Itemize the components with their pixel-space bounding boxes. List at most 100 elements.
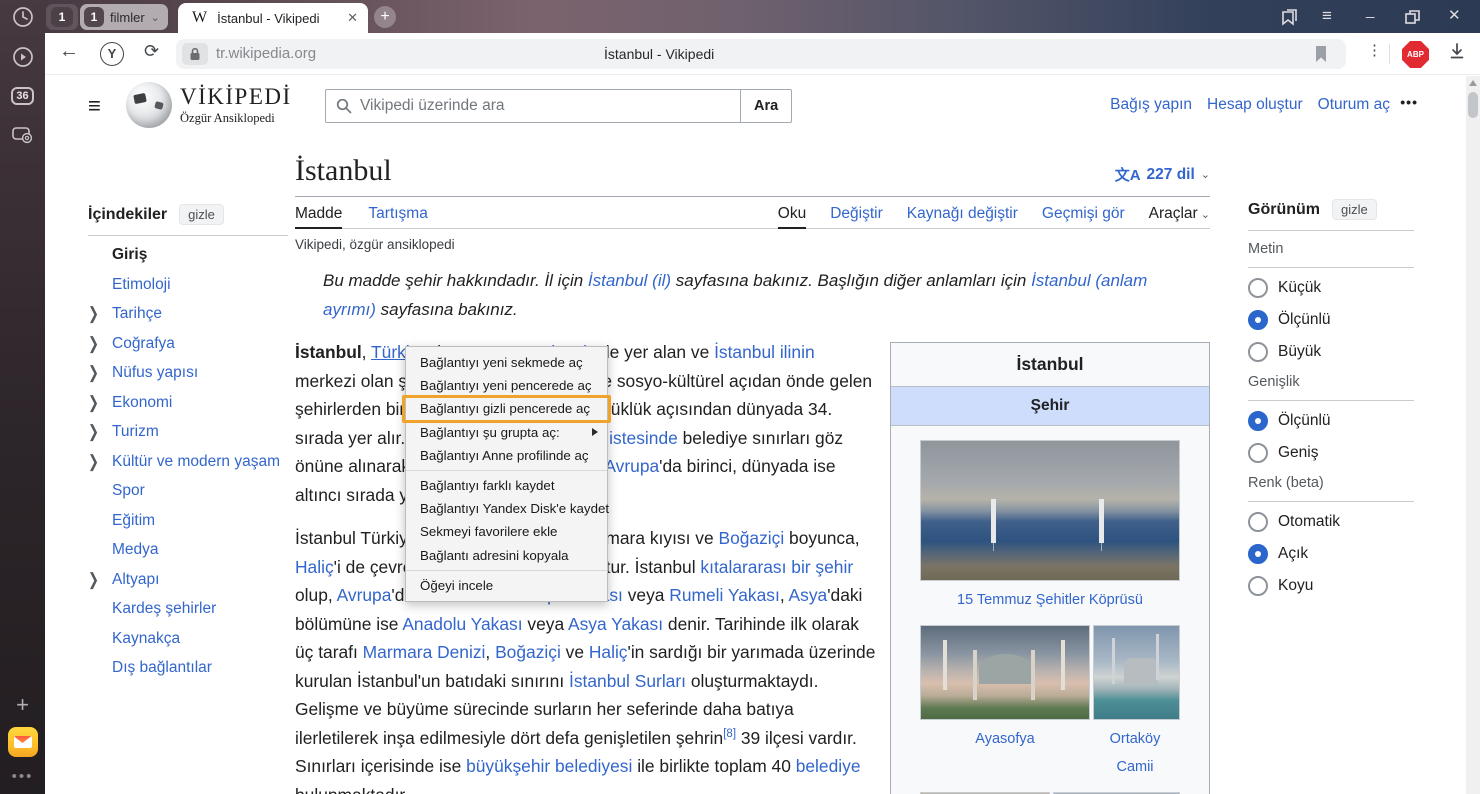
toc-expand-icon[interactable]: ❯ bbox=[88, 422, 112, 443]
article-link[interactable]: Haliç bbox=[589, 642, 628, 662]
wikipedia-logo[interactable] bbox=[126, 82, 172, 128]
toc-item[interactable]: Kaynakça bbox=[88, 630, 288, 648]
address-bar[interactable]: tr.wikipedia.org İstanbul - Vikipedi bbox=[176, 39, 1346, 69]
article-link[interactable]: büyükşehir belediyesi bbox=[466, 756, 632, 776]
context-menu-item[interactable]: Öğeyi incele bbox=[406, 574, 607, 597]
photo-caption[interactable]: Ortaköy Camii bbox=[1090, 725, 1180, 782]
radio-button[interactable] bbox=[1248, 411, 1268, 431]
browser-menu-icon[interactable]: ≡ bbox=[1322, 6, 1332, 26]
article-link[interactable]: belediye bbox=[796, 756, 861, 776]
photo-caption[interactable]: 15 Temmuz Şehitler Köprüsü bbox=[920, 586, 1180, 615]
radio-button[interactable] bbox=[1248, 512, 1268, 532]
toc-item[interactable]: ❯Nüfus yapısı bbox=[88, 364, 288, 382]
article-link[interactable]: kıtalararası bir şehir bbox=[700, 557, 853, 577]
toc-expand-icon[interactable]: ❯ bbox=[88, 392, 112, 413]
toc-item[interactable]: Medya bbox=[88, 541, 288, 559]
toc-item[interactable]: Spor bbox=[88, 482, 288, 500]
restore-window-icon[interactable] bbox=[1404, 9, 1422, 25]
radio-button[interactable] bbox=[1248, 342, 1268, 362]
history-clock-icon[interactable] bbox=[0, 6, 45, 28]
toc-item[interactable]: ❯Tarihçe bbox=[88, 305, 288, 323]
tab-madde[interactable]: Madde bbox=[295, 197, 342, 229]
sidebar-more-icon[interactable]: ••• bbox=[0, 768, 45, 785]
view-tab[interactable]: Kaynağı değiştir bbox=[907, 197, 1018, 229]
toc-expand-icon[interactable]: ❯ bbox=[88, 333, 112, 354]
search-submit-button[interactable]: Ara bbox=[740, 89, 792, 123]
article-link[interactable]: Boğaziçi bbox=[718, 528, 784, 548]
tabs-count-badge[interactable]: 36 bbox=[0, 86, 45, 105]
reference-link[interactable]: [8] bbox=[723, 728, 736, 740]
toc-item[interactable]: ❯Ekonomi bbox=[88, 394, 288, 412]
wiki-search-box[interactable] bbox=[325, 89, 741, 123]
back-button[interactable]: ← bbox=[59, 40, 79, 63]
toc-item[interactable]: ❯Kültür ve modern yaşam bbox=[88, 453, 288, 471]
downloads-icon[interactable] bbox=[1448, 42, 1466, 60]
minimize-icon[interactable]: _ bbox=[1366, 2, 1374, 19]
radio-button[interactable] bbox=[1248, 544, 1268, 564]
appearance-option[interactable]: Koyu bbox=[1248, 576, 1414, 596]
context-menu-item[interactable]: Bağlantıyı Anne profilinde aç bbox=[406, 444, 607, 467]
wiki-menu-icon[interactable]: ≡ bbox=[88, 93, 101, 119]
article-link[interactable]: Marmara Denizi bbox=[363, 642, 486, 662]
toc-expand-icon[interactable]: ❯ bbox=[88, 363, 112, 384]
view-tab[interactable]: Değiştir bbox=[830, 197, 883, 229]
appearance-option[interactable]: Ölçünlü bbox=[1248, 310, 1414, 330]
radio-button[interactable] bbox=[1248, 310, 1268, 330]
context-menu-item[interactable]: Bağlantıyı farklı kaydet bbox=[406, 474, 607, 497]
context-menu-item[interactable]: Sekmeyi favorilere ekle bbox=[406, 520, 607, 543]
sidebar-add-icon[interactable]: + bbox=[0, 692, 45, 718]
close-tab-icon[interactable]: ✕ bbox=[347, 10, 358, 26]
header-link[interactable]: Hesap oluştur bbox=[1207, 96, 1303, 114]
yandex-mail-icon[interactable] bbox=[0, 727, 45, 757]
article-link[interactable]: İstanbul Surları bbox=[569, 671, 686, 691]
wikipedia-wordmark[interactable]: VİKİPEDİ Özgür Ansiklopedi bbox=[180, 84, 292, 126]
appearance-option[interactable]: Açık bbox=[1248, 544, 1414, 564]
toc-item[interactable]: Giriş bbox=[88, 246, 288, 264]
article-link[interactable]: Boğaziçi bbox=[495, 642, 561, 662]
wiki-more-icon[interactable]: ••• bbox=[1400, 94, 1418, 110]
article-link[interactable]: İstanbul (il) bbox=[588, 271, 671, 290]
bosphorus-bridge-photo[interactable] bbox=[920, 440, 1180, 581]
article-link[interactable]: Asya bbox=[789, 585, 828, 605]
media-play-icon[interactable] bbox=[0, 46, 45, 73]
context-menu-item[interactable]: Bağlantıyı yeni pencerede aç bbox=[406, 374, 607, 397]
new-tab-button[interactable]: + bbox=[374, 6, 396, 28]
context-menu-item[interactable]: Bağlantıyı gizli pencerede aç bbox=[406, 397, 607, 420]
toc-item[interactable]: Etimoloji bbox=[88, 276, 288, 294]
toc-item[interactable]: ❯Altyapı bbox=[88, 571, 288, 589]
article-link[interactable]: Avrupa bbox=[604, 456, 659, 476]
header-link[interactable]: Bağış yapın bbox=[1110, 96, 1192, 114]
view-tab[interactable]: Oku bbox=[778, 197, 806, 229]
toc-expand-icon[interactable]: ❯ bbox=[88, 569, 112, 590]
article-link[interactable]: Avrupa bbox=[337, 585, 392, 605]
appearance-option[interactable]: Büyük bbox=[1248, 342, 1414, 362]
secure-lock-icon[interactable] bbox=[182, 43, 208, 65]
extensions-kebab-icon[interactable]: ⋮ bbox=[1367, 41, 1382, 59]
active-tab[interactable]: W İstanbul - Vikipedi ✕ bbox=[178, 3, 368, 33]
toc-item[interactable]: Kardeş şehirler bbox=[88, 600, 288, 618]
article-link[interactable]: Rumeli Yakası bbox=[669, 585, 780, 605]
context-menu-item[interactable]: Bağlantıyı yeni sekmede aç bbox=[406, 351, 607, 374]
toc-item[interactable]: ❯Coğrafya bbox=[88, 335, 288, 353]
context-menu-item[interactable]: Bağlantıyı Yandex Disk'e kaydet bbox=[406, 497, 607, 520]
radio-button[interactable] bbox=[1248, 278, 1268, 298]
scroll-up-arrow[interactable] bbox=[1469, 80, 1477, 86]
article-link[interactable]: İstanbul ilinin bbox=[714, 342, 815, 362]
tab-tartisma[interactable]: Tartışma bbox=[368, 197, 427, 229]
photo-caption[interactable]: Ayasofya bbox=[920, 725, 1090, 782]
yandex-button[interactable]: Y bbox=[100, 42, 124, 66]
bookmark-flag-icon[interactable] bbox=[1314, 45, 1328, 63]
article-link[interactable]: Asya Yakası bbox=[568, 614, 663, 634]
context-menu-item[interactable]: Bağlantıyı şu grupta aç: bbox=[406, 421, 607, 444]
toc-hide-button[interactable]: gizle bbox=[179, 204, 224, 225]
appearance-hide-button[interactable]: gizle bbox=[1332, 199, 1377, 220]
search-input[interactable] bbox=[360, 97, 740, 115]
adblock-plus-badge[interactable]: ABP bbox=[1402, 41, 1429, 68]
toc-expand-icon[interactable]: ❯ bbox=[88, 451, 112, 472]
appearance-option[interactable]: Küçük bbox=[1248, 278, 1414, 298]
tab-group-filmler[interactable]: 1 filmler ⌄ bbox=[80, 4, 168, 30]
radio-button[interactable] bbox=[1248, 576, 1268, 596]
toc-item[interactable]: ❯Turizm bbox=[88, 423, 288, 441]
screenshot-icon[interactable] bbox=[0, 125, 45, 150]
language-selector[interactable]: 文A 227 dil ⌄ bbox=[1115, 164, 1210, 185]
